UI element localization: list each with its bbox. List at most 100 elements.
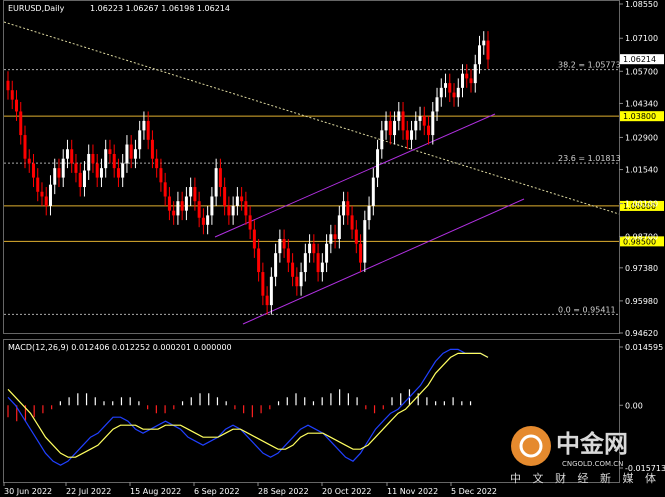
horizontal-levels: 1.038001.000000.98500 — [4, 111, 664, 247]
macd-tick-label: 0.00 — [625, 401, 643, 410]
candle-body — [444, 83, 448, 88]
candle-body — [465, 73, 469, 79]
candle-body — [422, 116, 426, 126]
candle-body — [320, 262, 324, 273]
candle-body — [44, 196, 48, 206]
candle-body — [138, 130, 142, 150]
candle-body — [31, 163, 35, 178]
candle-body — [121, 163, 125, 178]
price-axis: 1.08550 1.07100 1.05700 1.04340 1.02900 1.015… — [619, 0, 664, 338]
candle-body — [448, 83, 452, 93]
candle-body — [401, 111, 405, 131]
candle-body — [206, 215, 210, 225]
price-tick-label: 1.00100 — [625, 200, 658, 209]
channel-lower-line — [242, 198, 525, 325]
candle-body — [184, 196, 188, 211]
candle-body — [431, 111, 435, 136]
candle-body — [337, 215, 341, 239]
candle-body — [333, 234, 337, 239]
candle-body — [486, 40, 490, 60]
watermark-subtitle: 中 文 财 经 新 媒 体 — [510, 471, 660, 485]
candle-body — [61, 158, 65, 178]
candle-body — [125, 144, 129, 164]
candle-body — [367, 205, 371, 221]
candle-body — [95, 163, 99, 178]
candle-body — [393, 120, 397, 136]
candle-body — [244, 201, 248, 216]
candle-body — [269, 276, 273, 306]
candle-body — [155, 158, 159, 169]
price-tick-label: 0.95980 — [625, 297, 658, 306]
candle-body — [376, 149, 380, 178]
candle-body — [227, 205, 231, 216]
candle-body — [359, 243, 363, 263]
candle-body — [282, 239, 286, 249]
candle-body — [274, 253, 278, 277]
chart-header-ohlc: 1.06223 1.06267 1.06198 1.06214 — [90, 4, 230, 13]
candle-body — [461, 73, 465, 88]
candle-body — [278, 239, 282, 254]
signal-line — [7, 352, 489, 458]
price-tick-label: 1.02900 — [625, 133, 658, 142]
candle-body — [116, 168, 120, 178]
candle-body — [150, 139, 154, 159]
price-tick-label: 0.98700 — [625, 233, 658, 242]
current-price-label: 1.06214 — [623, 55, 656, 64]
candle-body — [180, 201, 184, 211]
cngold-watermark: 中金网 CNGOLD.COM.CN 中 文 财 经 新 媒 体 — [510, 426, 660, 485]
candle-body — [265, 295, 269, 306]
price-tick-label: 1.05700 — [625, 67, 658, 76]
candle-body — [108, 149, 112, 154]
price-tick-label: 1.04340 — [625, 99, 658, 108]
candle-body — [223, 187, 227, 206]
price-tick-label: 0.94620 — [625, 329, 658, 338]
candle-body — [78, 172, 82, 188]
time-tick-label: 6 Sep 2022 — [194, 487, 240, 496]
time-tick-label: 15 Aug 2022 — [130, 487, 181, 496]
candle-body — [91, 153, 95, 164]
candle-body — [48, 184, 52, 206]
candle-body — [248, 215, 252, 230]
candle-body — [87, 153, 91, 171]
candle-body — [346, 201, 350, 216]
time-tick-label: 30 Jun 2022 — [4, 487, 52, 496]
candle-body — [261, 272, 265, 296]
candle-body — [342, 201, 346, 216]
candle-body — [303, 253, 307, 273]
candle-body — [146, 120, 150, 140]
candle-body — [380, 130, 384, 150]
time-axis: 30 Jun 2022 22 Jul 2022 15 Aug 2022 6 Sep 2… — [3, 482, 497, 496]
candle-body — [36, 177, 40, 192]
candle-body — [312, 243, 316, 254]
trading-chart[interactable]: 1.038001.000000.98500 38.2 = 1.05773 23.6… — [0, 0, 665, 497]
candle-body — [159, 168, 163, 183]
candle-body — [371, 177, 375, 206]
candle-body — [129, 144, 133, 159]
candle-body — [405, 130, 409, 140]
candle-body — [19, 111, 23, 136]
candle-body — [286, 248, 290, 263]
candle-body — [82, 170, 86, 188]
time-tick-label: 28 Sep 2022 — [258, 487, 309, 496]
time-tick-label: 22 Jul 2022 — [66, 487, 111, 496]
price-tick-label: 1.07100 — [625, 34, 658, 43]
candle-body — [354, 229, 358, 244]
candle-body — [325, 243, 329, 263]
level-label: 1.03800 — [623, 112, 656, 121]
candle-body — [210, 196, 214, 216]
candle-body — [291, 262, 295, 277]
candle-body — [384, 120, 388, 131]
candle-body — [53, 168, 57, 185]
candle-body — [10, 90, 14, 100]
candle-body — [435, 97, 439, 112]
candle-body — [112, 153, 116, 169]
candle-body — [257, 248, 261, 273]
candle-body — [40, 191, 44, 197]
fib-label: 23.6 = 1.01813 — [558, 154, 621, 163]
candle-body — [99, 168, 103, 178]
candle-body — [473, 64, 477, 84]
candle-body — [14, 99, 18, 112]
watermark-site: CNGOLD.COM.CN — [562, 460, 623, 468]
candle-body — [57, 168, 61, 178]
candle-body — [176, 201, 180, 216]
